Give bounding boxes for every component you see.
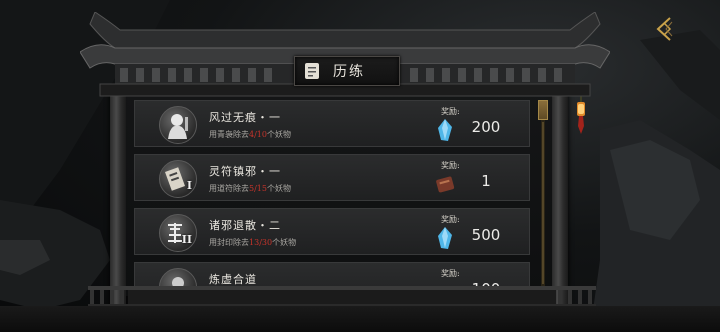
left-pillar [110,90,126,312]
reward-amount: 200 [471,118,501,136]
task-card[interactable]: 风过无痕・一 用青袅除去4/10个妖物 奖励: 200 [134,100,530,147]
reward-amount: 1 [481,172,491,190]
blue-crystal-icon [438,227,452,249]
ghost-portrait-icon [159,106,197,144]
scroll-icon [305,63,319,79]
task-title: 诸邪退散・二 [209,219,281,232]
right-pillar [552,90,568,312]
reward-label: 奖励: [441,269,460,278]
scrollbar-track [542,122,544,284]
task-list-scrollbar[interactable] [538,100,548,286]
task-panel: 风过无痕・一 用青袅除去4/10个妖物 奖励: 200 I 灵符镇邪・一 用道符… [126,96,552,296]
task-card[interactable]: II 诸邪退散・二 用封印除去13/30个妖物 奖励: 500 [134,208,530,255]
tier-numeral: I [186,179,192,192]
task-title: 风过无痕・一 [209,111,281,124]
game-scene: 风过无痕・一 用青袅除去4/10个妖物 奖励: 200 I 灵符镇邪・一 用道符… [0,0,720,332]
back-arrow-icon [656,17,673,41]
reward-label: 奖励: [441,161,460,170]
reward-label: 奖励: [441,107,460,116]
task-description: 用青袅除去4/10个妖物 [209,130,291,139]
back-button[interactable] [650,14,680,44]
scroll-item-icon [436,176,455,193]
task-description: 用封印除去13/30个妖物 [209,238,297,247]
floor [0,306,720,332]
seal-glyph-icon: II [159,214,197,252]
task-card[interactable]: I 灵符镇邪・一 用道符除去5/15个妖物 奖励: 1 [134,154,530,201]
task-title: 灵符镇邪・一 [209,165,281,178]
talisman-icon: I [159,160,197,198]
blue-crystal-icon [438,119,452,141]
tier-numeral: II [181,233,192,246]
task-description: 用道符除去5/15个妖物 [209,184,291,193]
reward-label: 奖励: [441,215,460,224]
title-plaque: 历练 [294,56,400,86]
page-title: 历练 [333,64,365,80]
reward-amount: 500 [471,226,501,244]
